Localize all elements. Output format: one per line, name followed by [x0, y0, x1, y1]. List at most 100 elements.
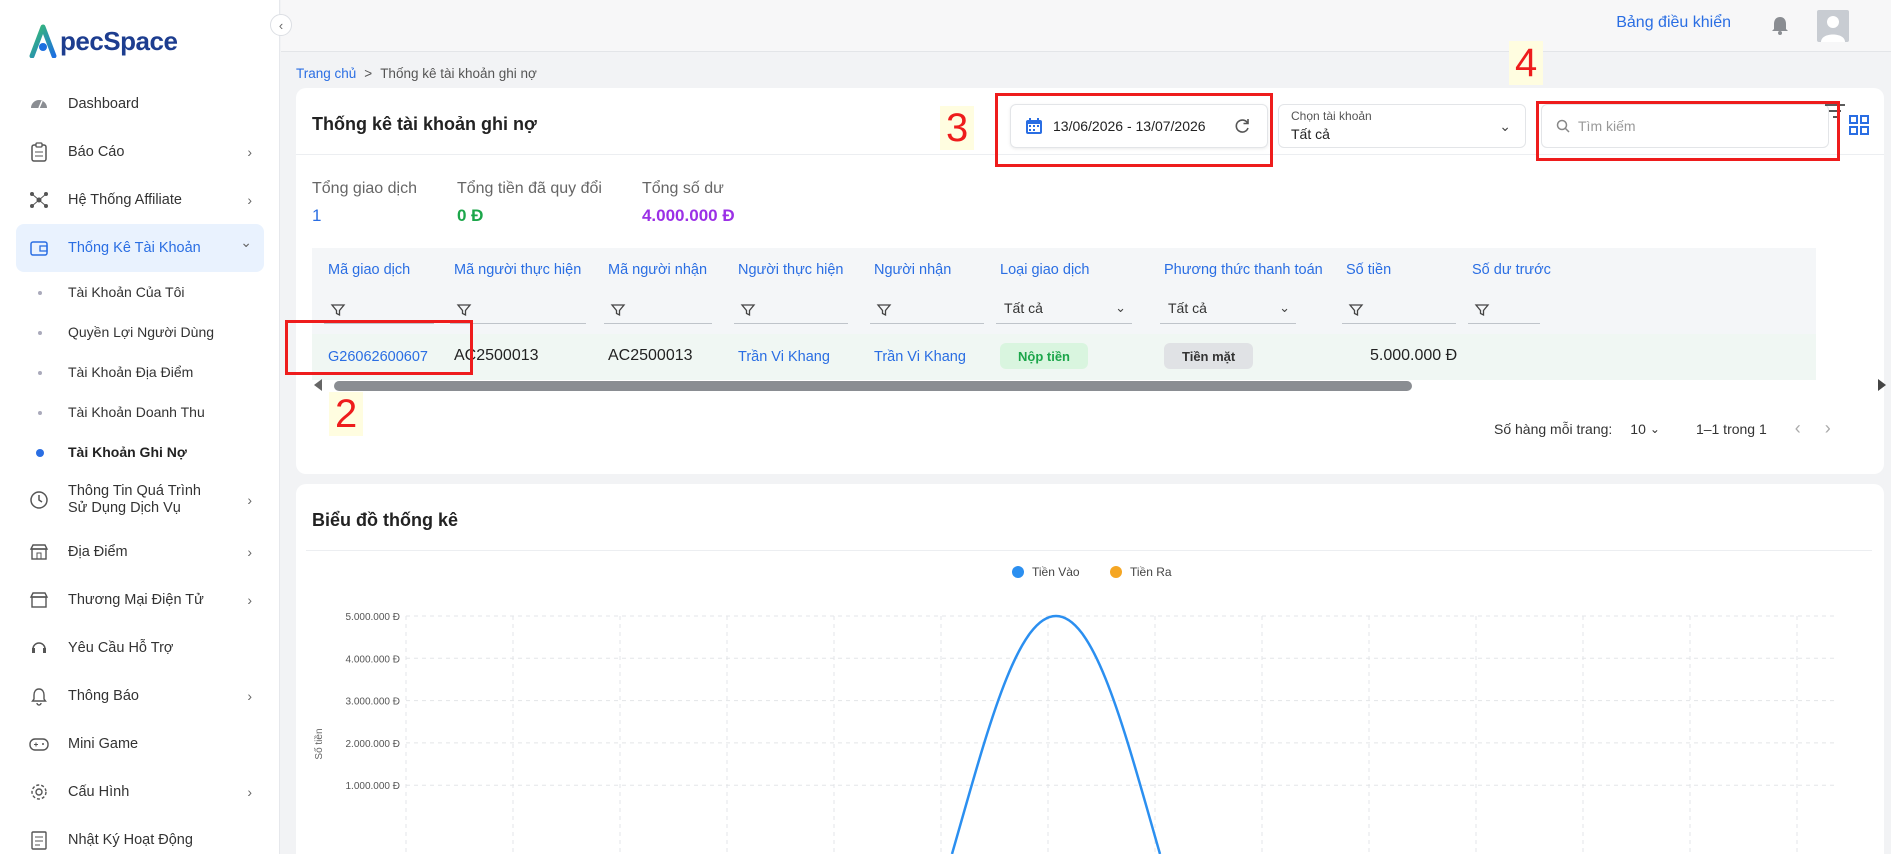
filter-receiver-code[interactable] [604, 298, 712, 324]
chevron-down-icon: ⌄ [1115, 300, 1126, 315]
legend-label: Tiền Ra [1130, 565, 1172, 579]
column-header[interactable]: Mã giao dịch [328, 262, 410, 278]
sidebar-item-label: Yêu Cầu Hỗ Trợ [68, 640, 174, 656]
filter-balance-before[interactable] [1468, 298, 1540, 324]
sidebar-subitem[interactable]: Tài Khoản Của Tôi [16, 272, 264, 312]
account-select-label: Chọn tài khoản [1291, 109, 1372, 123]
column-header[interactable]: Loại giao dịch [1000, 262, 1090, 278]
y-tick-label: 5.000.000 Đ [346, 612, 401, 623]
stat-value: 1 [312, 206, 322, 225]
receiver-link[interactable]: Trần Vi Khang [874, 349, 966, 365]
y-tick-label: 3.000.000 Đ [346, 697, 401, 708]
chevron-down-icon: ⌄ [1649, 421, 1660, 436]
sidebar-item[interactable]: Mini Game [16, 720, 264, 768]
column-header[interactable]: Người thực hiện [738, 262, 844, 278]
shop-icon [28, 589, 50, 611]
log-icon [28, 829, 50, 851]
scroll-right-arrow-icon[interactable] [1878, 379, 1886, 391]
chevron-right-icon: › [247, 491, 252, 508]
column-header[interactable]: Số dư trước [1472, 262, 1551, 278]
support-icon [28, 637, 50, 659]
column-header[interactable]: Người nhận [874, 262, 951, 278]
sender-link[interactable]: Trần Vi Khang [738, 349, 830, 365]
sidebar-subitem[interactable]: Tài Khoản Địa Điểm [16, 352, 264, 392]
account-select[interactable]: Chọn tài khoản Tất cả ⌄ [1278, 104, 1526, 148]
sidebar-item[interactable]: Thương Mại Điện Tử › [16, 576, 264, 624]
breadcrumb-separator: > [364, 66, 373, 81]
filter-method-select[interactable]: Tất cả ⌄ [1160, 298, 1296, 324]
column-header[interactable]: Phương thức thanh toán [1164, 262, 1323, 278]
logo-mark-icon [29, 24, 57, 58]
network-icon [28, 189, 50, 211]
filter-icon [876, 304, 892, 317]
chevron-right-icon: › [247, 544, 252, 560]
sidebar-item-label: Dashboard [68, 96, 139, 112]
scrollbar-thumb[interactable] [334, 381, 1412, 391]
filter-amount[interactable] [1342, 298, 1456, 324]
filter-icon [1474, 304, 1490, 317]
sidebar-subitem[interactable]: Tài Khoản Ghi Nợ [16, 432, 264, 472]
chevron-down-icon: ⌄ [1279, 300, 1290, 315]
column-header[interactable]: Số tiền [1346, 262, 1391, 278]
chevron-right-icon: › [247, 144, 252, 160]
sidebar-item[interactable]: Thống Kê Tài Khoản ⌄ [16, 224, 264, 272]
sidebar-subitem[interactable]: Tài Khoản Doanh Thu [16, 392, 264, 432]
chevron-down-icon: ⌄ [240, 234, 252, 250]
stat-label: Tổng số dư [641, 180, 724, 197]
sidebar-item-label: Địa Điểm [68, 544, 128, 560]
next-page-icon[interactable]: › [1825, 418, 1831, 439]
sidebar-item[interactable]: Thông Tin Quá Trình Sử Dụng Dịch Vụ › [16, 472, 264, 528]
annotation-box-3 [995, 93, 1273, 167]
sidebar-item[interactable]: Dashboard [16, 80, 264, 128]
filter-receiver[interactable] [870, 298, 984, 324]
y-tick-label: 1.000.000 Đ [346, 781, 401, 792]
filter-sender[interactable] [734, 298, 848, 324]
app-logo[interactable]: pecSpace [28, 24, 178, 58]
sidebar-item[interactable]: Cấu Hình › [16, 768, 264, 816]
collapse-sidebar-button[interactable]: ‹ [270, 14, 292, 36]
series-line-tien-vao [950, 614, 1162, 854]
chevron-down-icon: ⌄ [1499, 118, 1511, 134]
sidebar-item[interactable]: Địa Điểm › [16, 528, 264, 576]
y-tick-label: 4.000.000 Đ [346, 654, 401, 665]
stat-label: Tổng giao dịch [312, 180, 417, 197]
filter-type-select[interactable]: Tất cả ⌄ [996, 298, 1132, 324]
breadcrumb-home[interactable]: Trang chủ [296, 66, 356, 81]
sidebar-subitem[interactable]: Quyền Lợi Người Dùng [16, 312, 264, 352]
user-avatar[interactable] [1817, 10, 1849, 42]
dashboard-link[interactable]: Bảng điều khiển [1616, 14, 1731, 32]
report-icon [28, 141, 50, 163]
table-row[interactable]: G26062600607 AC2500013 AC2500013 Trần Vi… [312, 334, 1816, 380]
column-layout-icon[interactable] [1848, 114, 1870, 136]
rows-per-page-select[interactable]: 10 ⌄ [1630, 421, 1660, 437]
stat-value: 4.000.000 Đ [641, 206, 735, 225]
filter-type-value: Tất cả [1004, 300, 1043, 316]
y-axis-label: Số tiền [313, 728, 325, 759]
sidebar-item[interactable]: Hệ Thống Affiliate › [16, 176, 264, 224]
stat-value: 0 Đ [456, 206, 484, 225]
sidebar-item-label: Thương Mại Điện Tử [68, 592, 204, 608]
filter-icon [1348, 304, 1364, 317]
sidebar-nav: Dashboard Báo Cáo › Hệ Thống Affiliate › Thốn… [16, 80, 264, 854]
breadcrumb-current: Thống kê tài khoản ghi nợ [380, 66, 537, 81]
transactions-table: Mã giao dịch Mã người thực hiện Mã người… [312, 248, 1886, 391]
sidebar-item[interactable]: Báo Cáo › [16, 128, 264, 176]
column-header[interactable]: Mã người nhận [608, 262, 707, 278]
horizontal-scrollbar[interactable] [312, 376, 1886, 394]
dashboard-icon [28, 93, 50, 115]
rows-per-page-value: 10 [1630, 420, 1646, 437]
stat-total-converted: Tổng tiền đã quy đổi 0 Đ [457, 180, 602, 226]
payment-method-badge: Tiền mặt [1164, 343, 1254, 369]
prev-page-icon[interactable]: ‹ [1795, 418, 1801, 439]
stat-total-transactions: Tổng giao dịch 1 [312, 180, 417, 226]
filter-icon [330, 304, 346, 317]
notification-bell-icon[interactable] [1769, 14, 1791, 36]
column-header[interactable]: Mã người thực hiện [454, 262, 581, 278]
sidebar-item[interactable]: Nhật Ký Hoạt Động [16, 816, 264, 854]
sidebar-item-label: Thông Tin Quá Trình Sử Dụng Dịch Vụ [68, 483, 201, 516]
sidebar-item[interactable]: Yêu Cầu Hỗ Trợ [16, 624, 264, 672]
pagination: Số hàng mỗi trang: 10 ⌄ 1–1 trong 1 ‹ › [1494, 418, 1831, 439]
sidebar-item[interactable]: Thông Báo › [16, 672, 264, 720]
filter-icon [740, 304, 756, 317]
scroll-left-arrow-icon[interactable] [314, 379, 322, 391]
